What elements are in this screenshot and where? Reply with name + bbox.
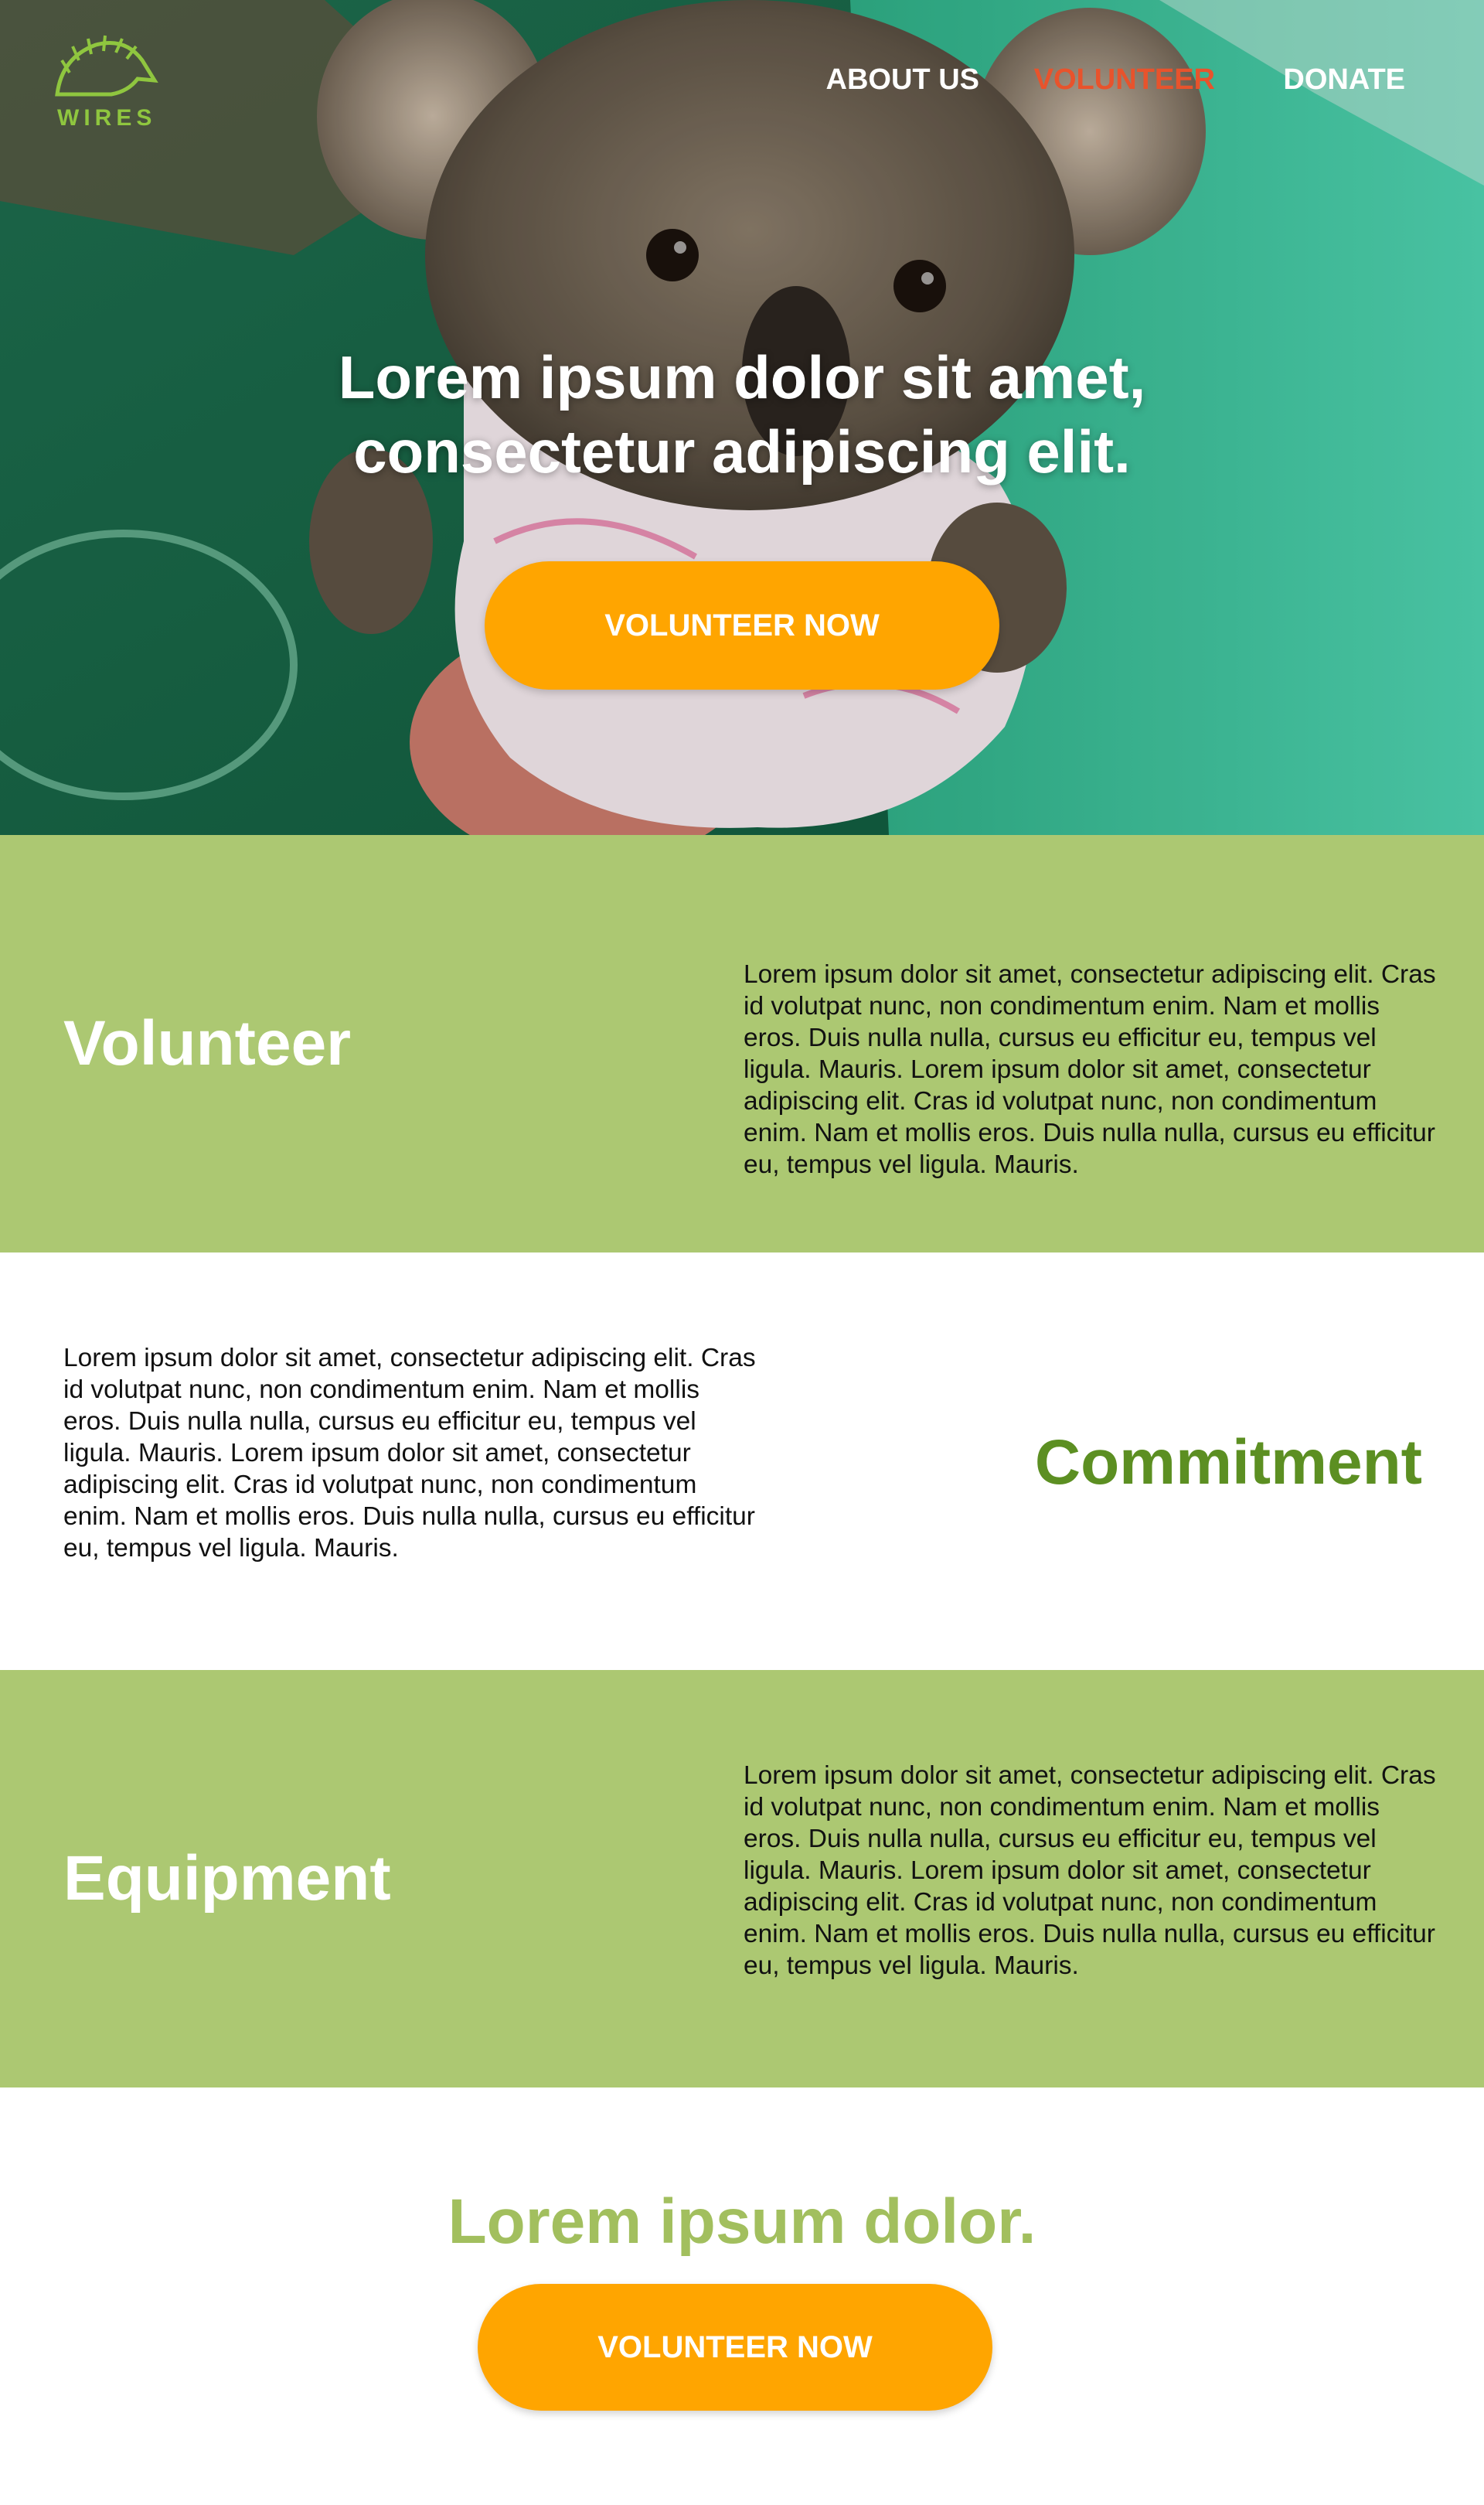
- footer-cta-section: Lorem ipsum dolor. VOLUNTEER NOW: [0, 2088, 1484, 2505]
- footer-volunteer-now-button[interactable]: VOLUNTEER NOW: [478, 2284, 992, 2411]
- commitment-text: Lorem ipsum dolor sit amet, consectetur …: [63, 1344, 756, 1563]
- wires-logo[interactable]: WIRES: [51, 34, 159, 135]
- echidna-icon: [55, 35, 158, 97]
- equipment-heading: Equipment: [63, 1843, 391, 1914]
- equipment-section: Equipment Lorem ipsum dolor sit amet, co…: [0, 1670, 1484, 2088]
- hero-banner: WIRES ABOUT US VOLUNTEER DONATE Lorem ip…: [0, 0, 1484, 835]
- hero-volunteer-now-button[interactable]: VOLUNTEER NOW: [485, 561, 999, 690]
- commitment-section: Lorem ipsum dolor sit amet, consectetur …: [0, 1252, 1484, 1670]
- nav-link-about-us[interactable]: ABOUT US: [826, 63, 979, 97]
- commitment-heading: Commitment: [1034, 1427, 1422, 1498]
- volunteer-section: Volunteer Lorem ipsum dolor sit amet, co…: [0, 835, 1484, 1252]
- equipment-text: Lorem ipsum dolor sit amet, consectetur …: [744, 1761, 1436, 1980]
- volunteer-heading: Volunteer: [63, 1008, 352, 1079]
- volunteer-text: Lorem ipsum dolor sit amet, consectetur …: [744, 960, 1436, 1179]
- hero-title-line-2: consectetur adipiscing elit.: [353, 418, 1131, 486]
- hero-title-line-1: Lorem ipsum dolor sit amet,: [338, 343, 1146, 411]
- nav-link-donate[interactable]: DONATE: [1283, 63, 1405, 97]
- hero-title: Lorem ipsum dolor sit amet, consectetur …: [201, 340, 1283, 489]
- brand-name: WIRES: [57, 105, 157, 131]
- nav-link-volunteer[interactable]: VOLUNTEER: [1034, 63, 1215, 97]
- footer-heading: Lorem ipsum dolor.: [448, 2186, 1036, 2257]
